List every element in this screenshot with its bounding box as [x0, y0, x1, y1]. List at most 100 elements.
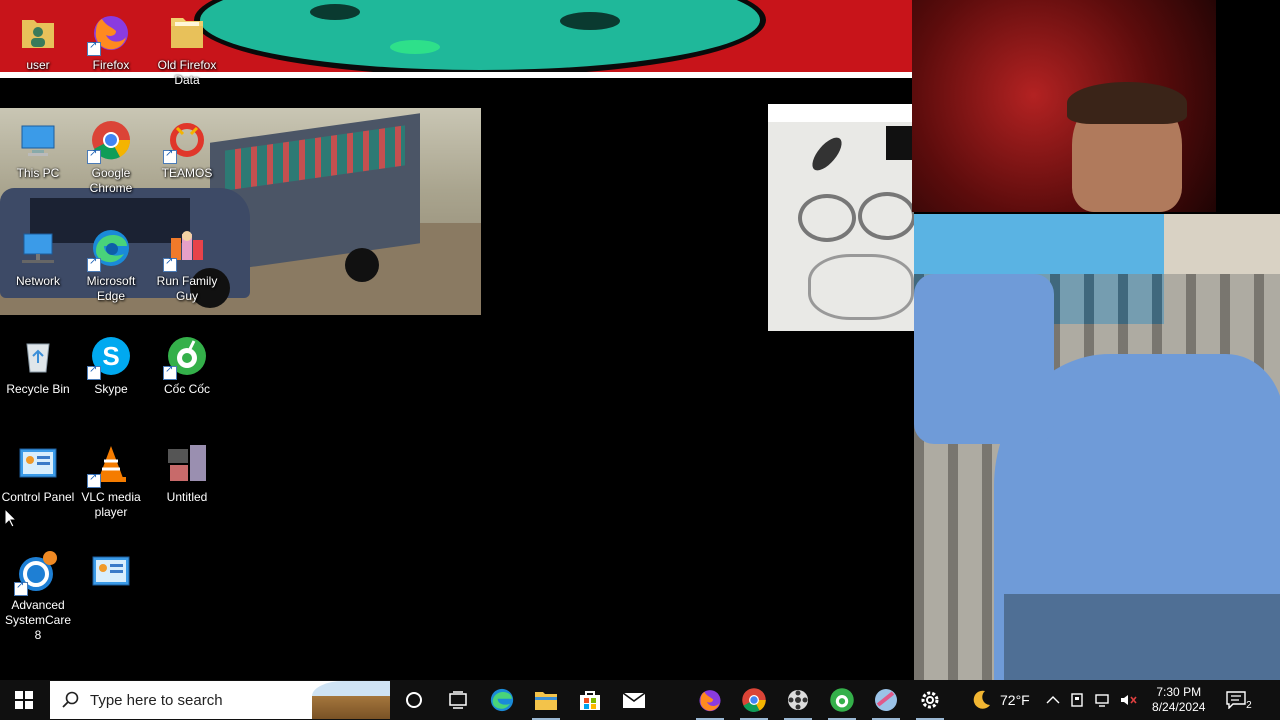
shortcut-arrow-icon	[87, 472, 101, 488]
desktop-icon-label: Control Panel	[1, 490, 75, 504]
desktop-icon-recycle-bin[interactable]: Recycle Bin	[0, 334, 76, 397]
task-view-button[interactable]	[436, 680, 480, 720]
search-icon	[62, 691, 79, 708]
wallpaper-cartoon-panel	[768, 104, 914, 331]
desktop-icon-label: Skype	[94, 382, 128, 396]
volume-muted-icon	[1120, 695, 1137, 705]
desktop-icon-label: Cốc Cốc	[163, 382, 210, 396]
taskbar-coccoc[interactable]	[820, 680, 864, 720]
taskbar-media[interactable]	[776, 680, 820, 720]
desktop-icon-label: user	[26, 58, 50, 72]
desktop-icon-coc-coc[interactable]: Cốc Cốc	[149, 334, 225, 397]
task-view-icon	[449, 691, 467, 709]
network-status-button[interactable]	[1094, 693, 1110, 707]
desktop-icon-vlc[interactable]: VLC media player	[73, 442, 149, 520]
mail-icon	[622, 692, 646, 708]
taskbar-settings[interactable]	[908, 680, 952, 720]
desktop-icon-run-family-guy[interactable]: Run Family Guy	[149, 226, 225, 304]
edge-icon	[490, 688, 514, 712]
desktop-icon-teamos[interactable]: TEAMOS	[149, 118, 225, 181]
usb-device-icon	[1071, 693, 1083, 707]
cortana-icon	[406, 692, 422, 708]
weather-temp: 72°F	[1000, 692, 1030, 708]
wallpaper-man-photo	[914, 214, 1280, 680]
desktop-icon-label: VLC media player	[81, 490, 141, 519]
control-panel-icon	[16, 442, 60, 486]
desktop-icon-advanced-systemcare[interactable]: Advanced SystemCare 8	[0, 550, 76, 643]
shortcut-arrow-icon	[163, 364, 177, 380]
clock-time: 7:30 PM	[1156, 685, 1202, 699]
desktop-icon-label: Untitled	[166, 490, 208, 504]
taskbar-edge[interactable]	[480, 680, 524, 720]
computer-icon	[16, 118, 60, 162]
desktop-icon-untitled[interactable]: Untitled	[149, 442, 225, 505]
search-box[interactable]: Type here to search	[50, 681, 390, 719]
desktop-icon-user[interactable]: user	[0, 10, 76, 73]
network-icon	[1095, 694, 1109, 707]
wallpaper-red-crest	[912, 0, 1216, 212]
taskbar-mail[interactable]	[612, 680, 656, 720]
desktop-icon-old-firefox-data[interactable]: Old Firefox Data	[149, 10, 225, 88]
shortcut-arrow-icon	[87, 40, 101, 56]
recycle-bin-icon	[16, 334, 60, 378]
tray-device-button[interactable]	[1070, 692, 1084, 708]
desktop-icon-label: Microsoft Edge	[86, 274, 136, 303]
taskbar: Type here to search 72°F 7:30 PM 8/24/20…	[0, 680, 1280, 720]
firefox-icon	[699, 690, 721, 712]
search-placeholder: Type here to search	[90, 691, 223, 709]
desktop-icon-control-panel[interactable]: Control Panel	[0, 442, 76, 505]
control-panel-icon	[89, 550, 133, 594]
shortcut-arrow-icon	[163, 148, 177, 164]
systemcare-icon	[14, 550, 60, 596]
taskbar-file-explorer[interactable]	[524, 680, 568, 720]
chevron-up-icon	[1046, 696, 1060, 704]
clock[interactable]: 7:30 PM 8/24/2024	[1146, 685, 1212, 715]
taskbar-firefox[interactable]	[688, 680, 732, 720]
chrome-icon	[87, 118, 133, 164]
vlc-icon	[87, 442, 133, 488]
desktop-icon-microsoft-edge[interactable]: Microsoft Edge	[73, 226, 149, 304]
chrome-icon	[742, 688, 766, 712]
cortana-button[interactable]	[392, 680, 436, 720]
taskbar-store[interactable]	[568, 680, 612, 720]
file-explorer-icon	[535, 692, 557, 710]
family-guy-icon	[163, 226, 209, 272]
taskbar-chrome[interactable]	[732, 680, 776, 720]
skype-icon: S	[87, 334, 133, 380]
start-button[interactable]	[0, 680, 48, 720]
desktop-icon-label: Recycle Bin	[6, 382, 70, 396]
coccoc-icon	[163, 334, 209, 380]
desktop-icon-skype[interactable]: S Skype	[73, 334, 149, 397]
teamos-icon	[163, 118, 209, 164]
desktop-icon-label: TEAMOS	[161, 166, 213, 180]
mouse-cursor-icon	[4, 507, 18, 533]
desktop-icon-label: Firefox	[92, 58, 130, 72]
desktop-icon-this-pc[interactable]: This PC	[0, 118, 76, 181]
desktop-icon-unnamed-control-panel[interactable]	[73, 550, 149, 598]
desktop-icon-firefox[interactable]: Firefox	[73, 10, 149, 73]
taskbar-systemcare[interactable]	[864, 680, 908, 720]
network-icon	[16, 226, 60, 270]
shortcut-arrow-icon	[14, 580, 28, 596]
moon-icon	[973, 690, 990, 709]
desktop-icon-label: Old Firefox Data	[157, 58, 217, 87]
firefox-icon	[87, 10, 133, 56]
shortcut-arrow-icon	[87, 256, 101, 272]
desktop-icon-network[interactable]: Network	[0, 226, 76, 289]
notification-count-badge: 2	[1246, 700, 1252, 711]
edge-icon	[87, 226, 133, 272]
desktop-icon-google-chrome[interactable]: Google Chrome	[73, 118, 149, 196]
systemcare-icon	[875, 689, 897, 711]
shortcut-arrow-icon	[163, 256, 177, 272]
desktop-icon-label: This PC	[16, 166, 60, 180]
coccoc-icon	[830, 688, 854, 712]
clock-date: 8/24/2024	[1152, 700, 1206, 714]
notification-center-button[interactable]: 2	[1226, 691, 1252, 711]
show-hidden-icons-button[interactable]	[1046, 695, 1060, 705]
search-highlight-image	[312, 681, 390, 719]
media-icon	[788, 690, 808, 710]
weather-widget[interactable]: 72°F	[970, 689, 1030, 711]
volume-button[interactable]	[1120, 693, 1138, 707]
shortcut-arrow-icon	[87, 148, 101, 164]
windows-logo-icon	[15, 691, 33, 709]
